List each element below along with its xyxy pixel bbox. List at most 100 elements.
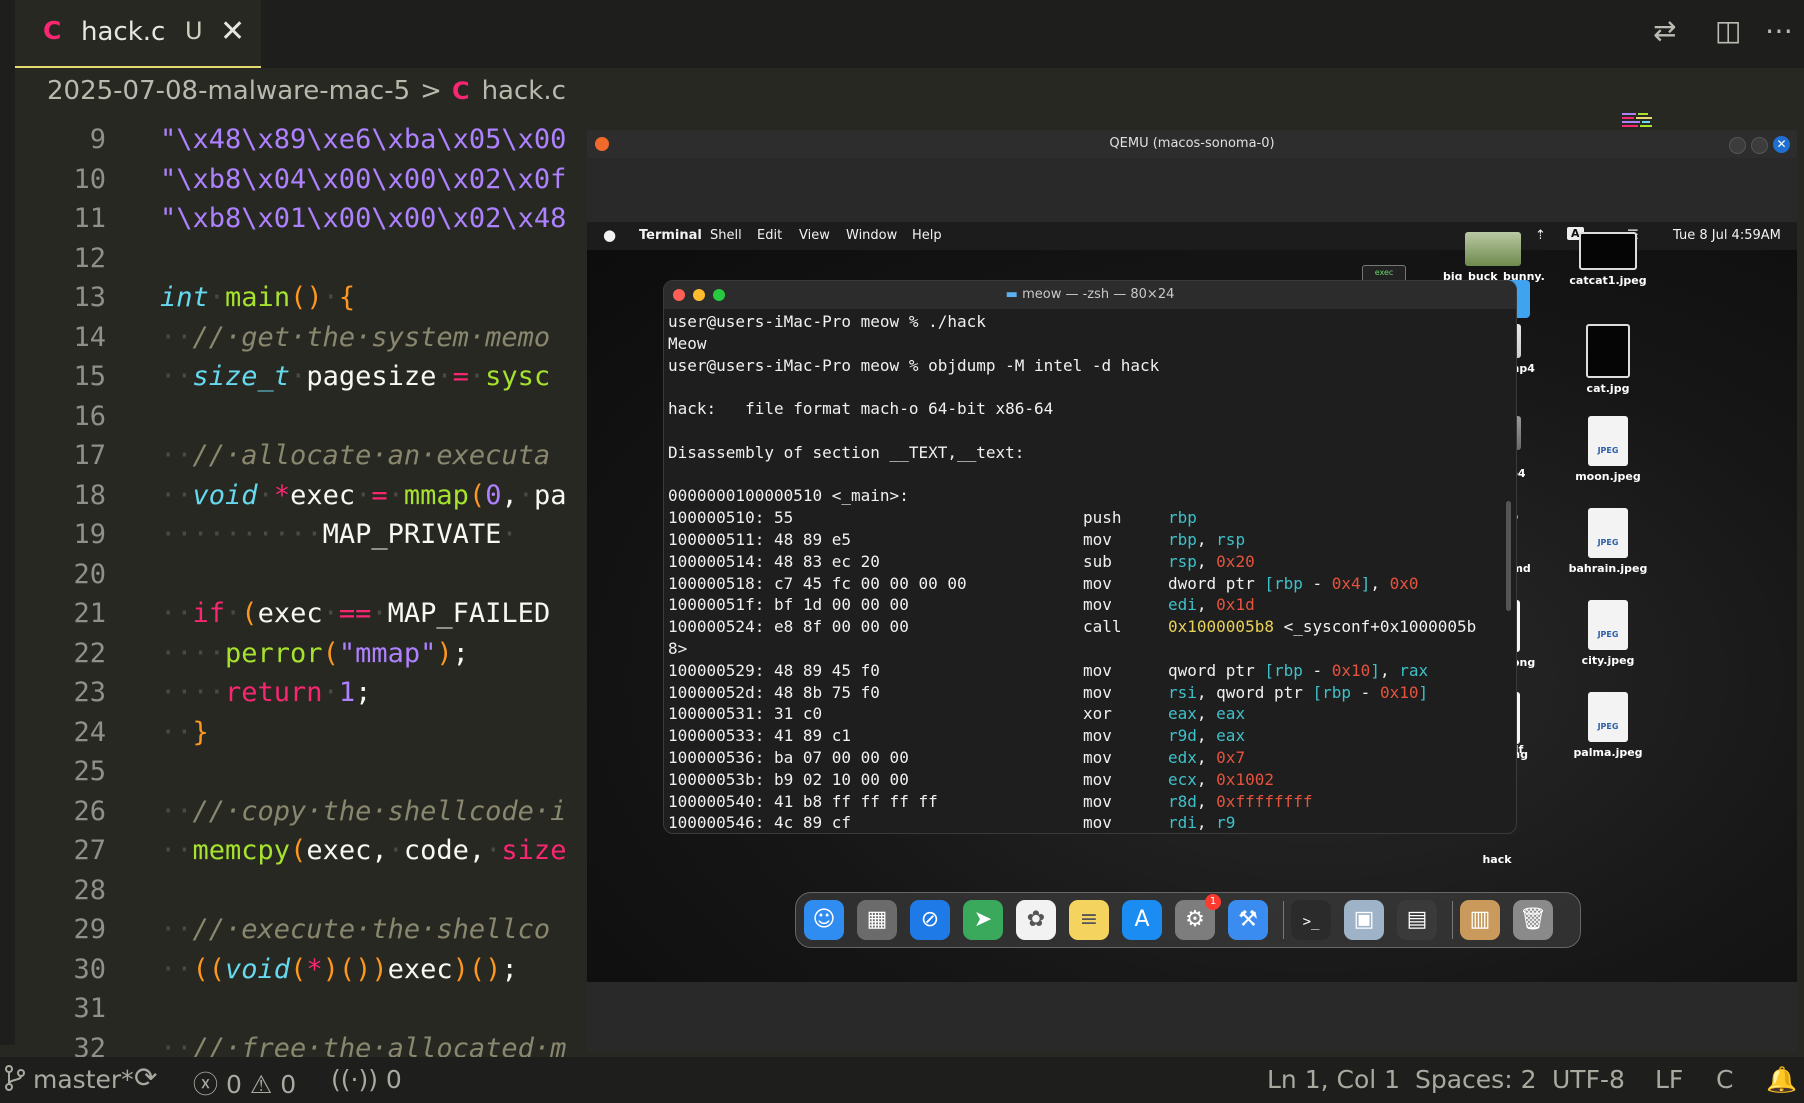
terminal-line: user@users-iMac-Pro meow % objdump -M in… (668, 355, 1503, 377)
apple-menu-icon[interactable]: ● (603, 226, 616, 244)
code-line[interactable]: ··memcpy(exec,·code,·size (160, 831, 590, 871)
code-line[interactable]: "\xb8\x04\x00\x00\x02\x0f (160, 160, 590, 200)
desktop-file-icon[interactable]: JPEG palma.jpeg (1558, 692, 1658, 759)
cursor-position[interactable]: Ln 1, Col 1 (1267, 1065, 1400, 1094)
split-editor-icon[interactable]: ◫ (1715, 14, 1741, 47)
photos-icon[interactable]: ✿ (1016, 900, 1056, 940)
asm-mnemonic: mov (1083, 726, 1112, 746)
code-token: //·allocate·an·executa (192, 440, 551, 471)
code-token: · (290, 361, 307, 392)
code-line[interactable]: ··//·get·the·system·memo (160, 318, 590, 358)
branch-name[interactable]: master* (33, 1065, 134, 1094)
more-actions-icon[interactable]: ⋯ (1765, 14, 1793, 47)
asm-operand-token: eax (1216, 704, 1246, 724)
terminal-title-bar[interactable]: ▬ meow — -zsh — 80×24 (664, 281, 1516, 309)
code-line[interactable]: ··//·copy·the·shellcode·i (160, 792, 590, 832)
code-line[interactable]: "\xb8\x01\x00\x00\x02\x48 (160, 199, 590, 239)
code-line[interactable]: ··((void(*)())exec)(); (160, 950, 590, 990)
menu-clock[interactable]: Tue 8 Jul 4:59AM (1673, 228, 1781, 243)
code-line[interactable] (160, 397, 590, 437)
dock-glyph: ▥ (1469, 907, 1491, 932)
qemu-title-bar[interactable]: QEMU (macos-sonoma-0) ✕ (587, 130, 1797, 158)
menu-shell[interactable]: Shell (710, 228, 742, 243)
line-number: 30 (73, 953, 106, 985)
file-thumbnail (1465, 232, 1521, 266)
asm-operands: rbp (1168, 507, 1197, 529)
minimap[interactable] (1622, 113, 1668, 129)
terminal-line: 100000518: c7 45 fc 00 00 00 00 mov dword … (668, 573, 1503, 595)
code-line[interactable]: ··void·*exec·=·mmap(0,·pa (160, 476, 590, 516)
terminal-text: Meow (668, 333, 707, 353)
desktop-file-icon[interactable]: catcat1.jpeg (1558, 232, 1658, 287)
desktop-file-icon[interactable]: JPEG city.jpeg (1558, 600, 1658, 667)
safari-icon[interactable]: ⊘ (910, 900, 950, 940)
code-line[interactable]: ··if·(exec·==·MAP_FAILED (160, 594, 590, 634)
breadcrumb-file[interactable]: hack.c (482, 76, 566, 106)
breadcrumb-folder[interactable]: 2025-07-08-malware-mac-5 (47, 76, 410, 106)
tab-close-icon[interactable]: ✕ (220, 14, 245, 49)
code-line[interactable] (160, 989, 590, 1029)
xcode-icon[interactable]: ⚒ (1228, 900, 1268, 940)
menu-window[interactable]: Window (846, 228, 897, 243)
code-line[interactable]: ··//·allocate·an·executa (160, 436, 590, 476)
end-of-line[interactable]: LF (1655, 1065, 1683, 1094)
notes-icon[interactable]: ≡ (1069, 900, 1109, 940)
language-mode[interactable]: C (1716, 1065, 1733, 1094)
code-line[interactable]: ····return·1; (160, 673, 590, 713)
code-line[interactable] (160, 239, 590, 279)
system-settings-icon[interactable]: ⚙ 1 (1175, 894, 1221, 940)
indentation[interactable]: Spaces: 2 (1415, 1065, 1536, 1094)
asm-address-bytes: 100000518: c7 45 fc 00 00 00 00 (668, 573, 967, 593)
ports-indicator[interactable]: ((·)) 0 (331, 1065, 402, 1094)
desktop-file-icon[interactable]: JPEG moon.jpeg (1558, 416, 1658, 483)
code-line[interactable]: ····perror("mmap"); (160, 634, 590, 674)
terminal-close-button[interactable] (673, 289, 685, 301)
tab-hack-c[interactable]: C hack.c U ✕ (15, 0, 261, 68)
code-line[interactable]: "\x48\x89\xe6\xba\x05\x00 (160, 120, 590, 160)
finder-icon[interactable]: ☺ (804, 900, 844, 940)
minimize-button[interactable] (1729, 137, 1746, 154)
code-line[interactable]: ··//·execute·the·shellco (160, 910, 590, 950)
menu-view[interactable]: View (799, 228, 830, 243)
terminal-minimize-button[interactable] (693, 289, 705, 301)
code-line[interactable]: ··} (160, 713, 590, 753)
code-line[interactable] (160, 752, 590, 792)
preview-icon[interactable]: ▣ (1344, 900, 1384, 940)
calculator-icon[interactable]: ▤ (1397, 900, 1437, 940)
code-line[interactable]: ··size_t·pagesize·=·sysc (160, 357, 590, 397)
terminal-line: Disassembly of section __TEXT,__text: (668, 442, 1503, 464)
code-token: return (225, 677, 323, 708)
code-token: · (322, 598, 339, 629)
terminal-icon[interactable]: >_ (1291, 900, 1331, 940)
code-line[interactable]: ··········MAP_PRIVATE· (160, 515, 590, 555)
line-number: 16 (73, 400, 106, 432)
terminal-zoom-button[interactable] (713, 289, 725, 301)
code-line[interactable]: int·main()·{ (160, 278, 590, 318)
code-line[interactable] (160, 555, 590, 595)
desktop-item-hack[interactable]: hack (1447, 853, 1547, 866)
terminal-window[interactable]: ▬ meow — -zsh — 80×24 user@users-iMac-Pr… (663, 280, 1517, 834)
code-token: ·· (160, 321, 193, 353)
encoding[interactable]: UTF-8 (1552, 1065, 1625, 1094)
maximize-button[interactable] (1751, 137, 1768, 154)
problems-indicator[interactable]: ⓧ 0 ⚠ 0 (193, 1065, 296, 1101)
menu-terminal[interactable]: Terminal (639, 228, 702, 243)
app-store-icon[interactable]: A (1122, 900, 1162, 940)
launchpad-icon[interactable]: ▦ (857, 900, 897, 940)
desktop-file-icon[interactable]: cat.jpg (1558, 324, 1658, 395)
terminal-output[interactable]: user@users-iMac-Pro meow % ./hack Meow use… (668, 311, 1503, 831)
code-editor[interactable]: "\x48\x89\xe6\xba\x05\x00 "\xb8\x04\x00\x… (160, 120, 590, 1068)
sync-icon[interactable]: ⟳ (134, 1061, 157, 1094)
trash-icon[interactable]: 🗑 (1513, 900, 1553, 940)
maps-icon[interactable]: ➤ (963, 900, 1003, 940)
archive-icon[interactable]: ▥ (1460, 900, 1500, 940)
open-changes-icon[interactable]: ⇄ (1653, 14, 1676, 47)
menu-help[interactable]: Help (912, 228, 942, 243)
notifications-icon[interactable]: 🔔 (1766, 1065, 1797, 1095)
desktop-file-icon[interactable]: JPEG bahrain.jpeg (1558, 508, 1658, 575)
terminal-scrollbar[interactable] (1506, 501, 1511, 611)
menu-edit[interactable]: Edit (757, 228, 782, 243)
terminal-text: hack: file format mach-o 64-bit x86-64 (668, 399, 1054, 419)
close-button[interactable]: ✕ (1773, 136, 1790, 153)
code-line[interactable] (160, 871, 590, 911)
